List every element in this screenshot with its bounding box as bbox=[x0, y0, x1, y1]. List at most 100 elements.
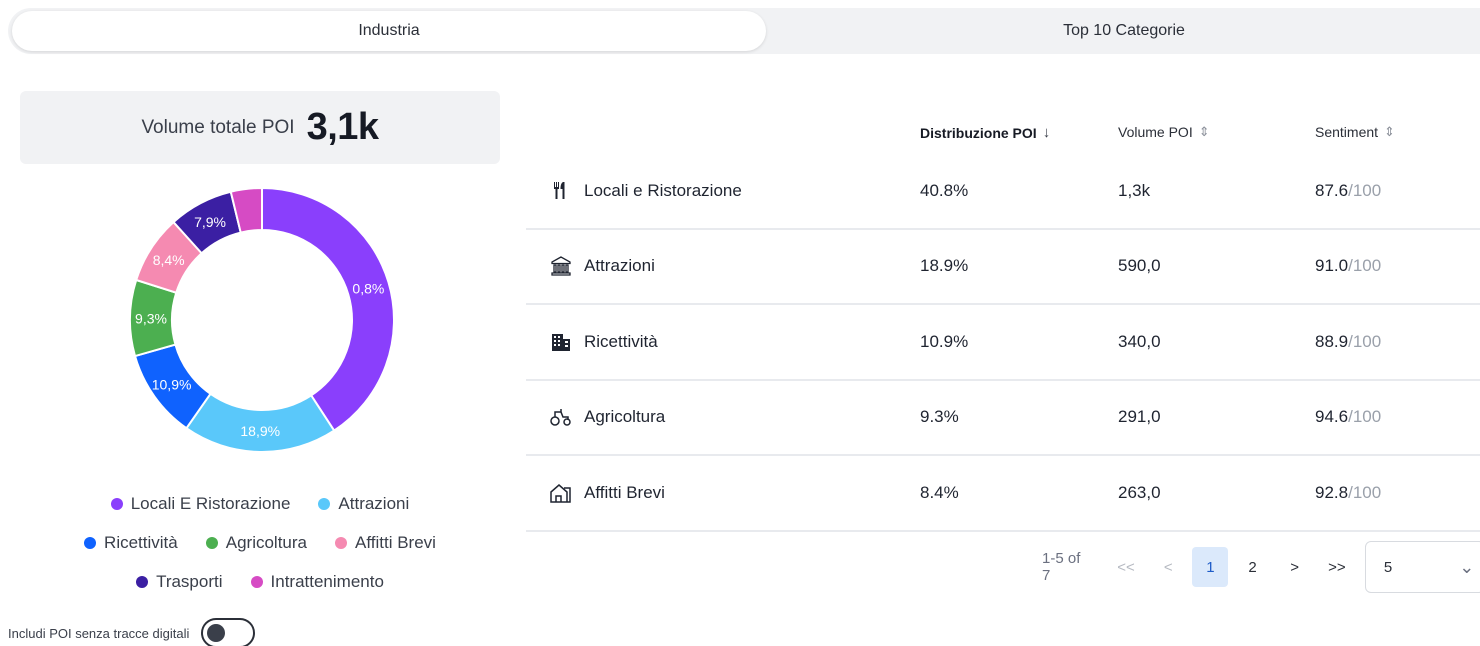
table-row[interactable]: Agricoltura 9.3% 291,0 94.6/100 bbox=[526, 381, 1480, 456]
donut-slice-label: 10,9% bbox=[152, 376, 192, 392]
first-page-button[interactable]: << bbox=[1108, 547, 1144, 587]
sort-icon: ⇕ bbox=[1198, 124, 1210, 139]
legend-dot-icon bbox=[250, 575, 263, 588]
header-label: Distribuzione POI bbox=[920, 124, 1037, 141]
fork-knife-icon bbox=[550, 180, 572, 202]
header-label: Sentiment bbox=[1315, 124, 1379, 140]
prev-page-button[interactable]: < bbox=[1150, 547, 1186, 587]
include-poi-toggle[interactable] bbox=[201, 618, 256, 646]
last-page-button[interactable]: >> bbox=[1319, 547, 1355, 587]
sentiment-max: /100 bbox=[1348, 407, 1382, 426]
sort-icon: ⇕ bbox=[1384, 124, 1395, 139]
row-name: Agricoltura bbox=[550, 381, 665, 454]
building-icon bbox=[550, 331, 572, 353]
row-sentiment: 87.6/100 bbox=[1315, 154, 1381, 227]
table-header: Distribuzione POI ↓ Volume POI ⇕ Sentime… bbox=[526, 110, 1480, 154]
table-row[interactable]: Locali e Ristorazione 40.8% 1,3k 87.6/10… bbox=[526, 154, 1480, 230]
row-name-label: Ricettività bbox=[584, 331, 658, 351]
legend-item-affitti-brevi[interactable]: Affitti Brevi bbox=[335, 533, 436, 553]
sentiment-max: /100 bbox=[1348, 256, 1382, 275]
page-2-button[interactable]: 2 bbox=[1234, 547, 1270, 587]
legend-dot-icon bbox=[84, 536, 97, 549]
legend-dot-icon bbox=[110, 497, 123, 510]
legend-item-agricoltura[interactable]: Agricoltura bbox=[205, 532, 307, 553]
row-volume: 291,0 bbox=[1118, 407, 1161, 426]
header-sentiment[interactable]: Sentiment ⇕ bbox=[1315, 124, 1395, 140]
row-distribution: 8.4% bbox=[920, 482, 959, 502]
museum-icon bbox=[550, 255, 572, 277]
sort-desc-icon: ↓ bbox=[1042, 124, 1051, 141]
sentiment-score: 91.0 bbox=[1315, 256, 1349, 275]
sentiment-score: 92.8 bbox=[1315, 482, 1349, 502]
row-distribution: 40.8% bbox=[920, 180, 969, 200]
legend-label: Trasporti bbox=[156, 571, 223, 591]
donut-slice-label: 9,3% bbox=[135, 310, 167, 326]
legend-label: Attrazioni bbox=[338, 493, 410, 513]
include-poi-toggle-label: Includi POI senza tracce digitali bbox=[8, 625, 190, 641]
legend-label: Ricettività bbox=[104, 532, 178, 552]
sentiment-max: /100 bbox=[1348, 482, 1382, 502]
legend-item-ricettivit-[interactable]: Ricettività bbox=[84, 533, 178, 553]
include-poi-toggle-row: Includi POI senza tracce digitali bbox=[8, 618, 256, 646]
donut-slice-label: 7,9% bbox=[194, 214, 226, 230]
legend-label: Affitti Brevi bbox=[355, 532, 436, 552]
chart-legend: Locali E Ristorazione Attrazioni Ricettivi… bbox=[20, 484, 500, 601]
row-name: Ricettività bbox=[550, 305, 658, 378]
legend-row: Ricettività Agricoltura Affitti Brevi bbox=[20, 523, 500, 562]
header-label: Volume POI bbox=[1118, 124, 1193, 140]
row-sentiment: 88.9/100 bbox=[1315, 305, 1381, 378]
legend-item-locali-e-ristorazione[interactable]: Locali E Ristorazione bbox=[110, 493, 291, 514]
legend-row: Locali E Ristorazione Attrazioni bbox=[20, 484, 500, 523]
table-row[interactable]: Attrazioni 18.9% 590,0 91.0/100 bbox=[526, 230, 1480, 305]
next-page-button[interactable]: > bbox=[1277, 547, 1313, 587]
row-name-label: Attrazioni bbox=[584, 256, 655, 275]
row-name: Locali e Ristorazione bbox=[550, 154, 742, 227]
donut-slice-label: 8,4% bbox=[153, 252, 185, 268]
table-row[interactable]: Affitti Brevi 8.4% 263,0 92.8/100 bbox=[526, 456, 1480, 532]
page-1-button[interactable]: 1 bbox=[1192, 547, 1229, 587]
poi-table: Distribuzione POI ↓ Volume POI ⇕ Sentime… bbox=[526, 110, 1480, 532]
row-volume: 590,0 bbox=[1118, 256, 1161, 275]
tractor-icon bbox=[550, 406, 572, 428]
row-sentiment: 91.0/100 bbox=[1315, 230, 1381, 303]
chevron-down-icon: ⌄ bbox=[1459, 556, 1475, 577]
pagination: 1-5 of 7 << < 1 2 > >> 5 ⌄ bbox=[1042, 541, 1480, 593]
row-volume: 263,0 bbox=[1118, 482, 1161, 502]
header-distribuzione-poi[interactable]: Distribuzione POI ↓ bbox=[920, 124, 1050, 141]
legend-row: Trasporti Intrattenimento bbox=[20, 562, 500, 601]
row-sentiment: 92.8/100 bbox=[1315, 456, 1381, 529]
legend-dot-icon bbox=[205, 536, 218, 549]
legend-dot-icon bbox=[136, 575, 149, 588]
pagination-range: 1-5 of 7 bbox=[1042, 550, 1081, 584]
row-name-label: Locali e Ristorazione bbox=[584, 180, 742, 200]
total-volume-label: Volume totale POI bbox=[141, 116, 295, 138]
table-row[interactable]: Ricettività 10.9% 340,0 88.9/100 bbox=[526, 305, 1480, 381]
legend-item-attrazioni[interactable]: Attrazioni bbox=[318, 494, 409, 514]
donut-slice-label: 0,8% bbox=[352, 280, 384, 296]
tab-top-10-categorie[interactable]: Top 10 Categorie bbox=[768, 8, 1480, 54]
tab-industria[interactable]: Industria bbox=[12, 11, 766, 51]
header-volume-poi[interactable]: Volume POI ⇕ bbox=[1118, 124, 1210, 140]
toggle-knob bbox=[207, 624, 226, 642]
legend-dot-icon bbox=[335, 536, 347, 549]
row-distribution: 9.3% bbox=[920, 407, 959, 426]
legend-label: Locali E Ristorazione bbox=[130, 493, 291, 513]
total-volume-card: Volume totale POI 3,1k bbox=[20, 91, 500, 164]
legend-label: Intrattenimento bbox=[270, 571, 384, 591]
legend-item-trasporti[interactable]: Trasporti bbox=[136, 571, 223, 592]
sentiment-score: 88.9 bbox=[1315, 331, 1349, 351]
sentiment-max: /100 bbox=[1348, 180, 1382, 200]
home-icon bbox=[550, 482, 572, 504]
donut-slice-label: 18,9% bbox=[240, 423, 280, 439]
legend-item-intrattenimento[interactable]: Intrattenimento bbox=[250, 571, 384, 592]
sentiment-score: 94.6 bbox=[1315, 407, 1349, 426]
legend-dot-icon bbox=[318, 497, 331, 510]
page-size-select[interactable]: 5 ⌄ bbox=[1364, 541, 1480, 593]
row-name-label: Affitti Brevi bbox=[584, 482, 665, 502]
page-size-value: 5 bbox=[1383, 558, 1393, 576]
legend-label: Agricoltura bbox=[225, 532, 307, 552]
donut-slice-locali-e-ristorazione[interactable] bbox=[261, 186, 395, 432]
row-sentiment: 94.6/100 bbox=[1315, 381, 1381, 454]
row-name: Attrazioni bbox=[550, 230, 655, 303]
row-name-label: Agricoltura bbox=[584, 407, 666, 426]
